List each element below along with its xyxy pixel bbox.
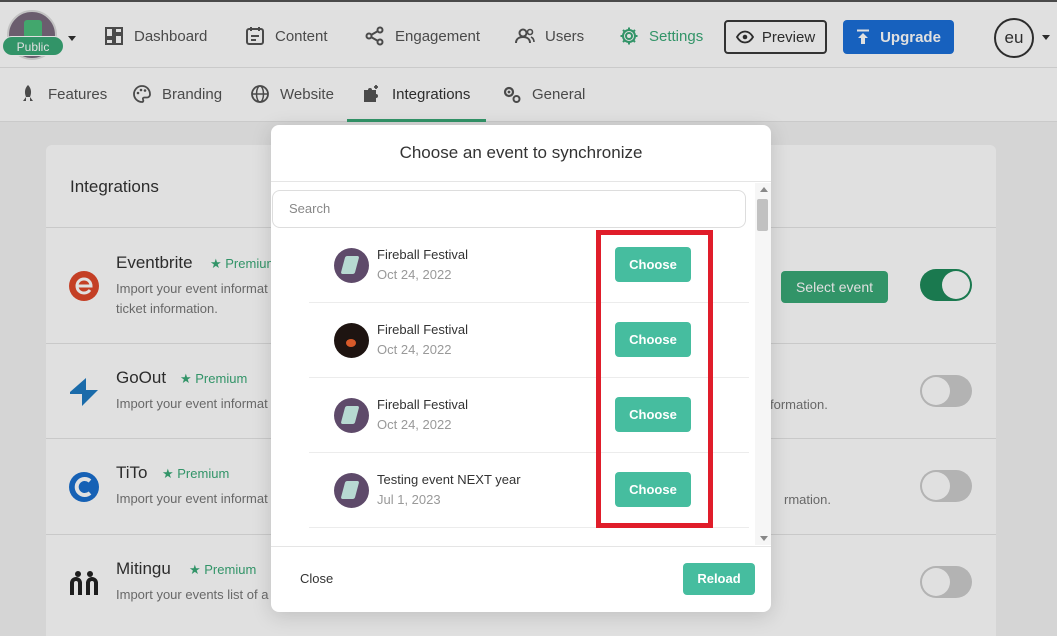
- event-date: Jul 1, 2023: [377, 492, 441, 507]
- search-input[interactable]: Search: [272, 190, 746, 228]
- event-thumbnail: [334, 323, 369, 358]
- scroll-thumb[interactable]: [757, 199, 768, 231]
- highlight-box: [596, 230, 713, 528]
- divider: [271, 546, 771, 547]
- reload-button[interactable]: Reload: [683, 563, 755, 595]
- scrollbar[interactable]: [755, 183, 771, 545]
- event-name: Testing event NEXT year: [377, 472, 521, 487]
- scroll-down-arrow-icon[interactable]: [760, 536, 768, 541]
- event-thumbnail: [334, 473, 369, 508]
- event-date: Oct 24, 2022: [377, 342, 452, 357]
- divider: [271, 181, 771, 182]
- event-name: Fireball Festival: [377, 247, 469, 262]
- event-date: Oct 24, 2022: [377, 267, 452, 282]
- event-name: Fireball Festival: [377, 397, 469, 412]
- event-name: Fireball Festival: [377, 322, 469, 337]
- event-date: Oct 24, 2022: [377, 417, 452, 432]
- event-thumbnail: [334, 398, 369, 433]
- event-thumbnail: [334, 248, 369, 283]
- close-button[interactable]: Close: [300, 571, 333, 586]
- choose-event-modal: Choose an event to synchronize Search Fi…: [271, 125, 771, 612]
- scroll-up-arrow-icon[interactable]: [760, 187, 768, 192]
- modal-title: Choose an event to synchronize: [399, 143, 643, 162]
